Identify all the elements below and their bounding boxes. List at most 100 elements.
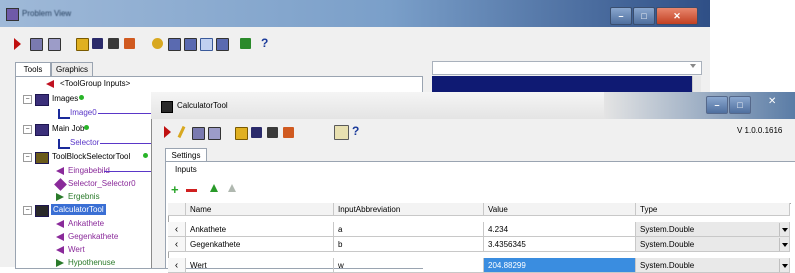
app-icon <box>6 8 19 21</box>
reset-icon[interactable] <box>283 127 294 138</box>
tree-item-selector-selector0[interactable]: Selector_Selector0 <box>68 179 136 188</box>
job-icon <box>35 124 49 136</box>
title-bar-gradient <box>604 92 795 119</box>
close-icon[interactable]: ✕ <box>768 96 776 107</box>
collapse-toggle[interactable]: − <box>23 206 32 215</box>
open-folder-icon[interactable] <box>235 127 248 140</box>
tree-item-ankathete[interactable]: Ankathete <box>68 219 104 228</box>
tool-block-icon <box>35 152 49 164</box>
status-dot-icon <box>79 95 84 100</box>
image-icon[interactable] <box>30 38 43 51</box>
image-icon[interactable] <box>192 127 205 140</box>
version-label: V 1.0.0.1616 <box>737 126 783 135</box>
cell-name[interactable]: Gegenkathete <box>186 237 334 252</box>
status-dot-icon <box>143 153 148 158</box>
collapse-toggle[interactable]: − <box>23 95 32 104</box>
copy-icon[interactable] <box>208 127 221 140</box>
run-icon[interactable] <box>14 38 21 50</box>
save-icon[interactable] <box>92 38 103 49</box>
column-header-type[interactable]: Type <box>636 203 790 216</box>
move-down-icon <box>228 184 236 192</box>
input-group-icon <box>46 80 54 88</box>
remove-icon[interactable] <box>186 189 197 192</box>
column-header-value[interactable]: Value <box>484 203 636 216</box>
output-terminal-icon <box>58 109 70 119</box>
tree-item-image0[interactable]: Image0 <box>70 108 97 117</box>
copy-icon[interactable] <box>48 38 61 51</box>
input-terminal-icon <box>56 167 64 175</box>
cell-name[interactable]: Ankathete <box>186 222 334 237</box>
column-header-name[interactable]: Name <box>186 203 334 216</box>
tree-item-selector[interactable]: Selector <box>70 138 99 147</box>
cell-value-selected[interactable]: 204.88299 <box>484 258 636 273</box>
link-line <box>100 143 151 144</box>
type-dropdown-icon[interactable] <box>779 238 789 251</box>
reset-icon[interactable] <box>124 38 135 49</box>
display-selector[interactable] <box>432 61 702 75</box>
save-as-icon[interactable] <box>267 127 278 138</box>
tab-graphics[interactable]: Graphics <box>51 62 93 76</box>
calculator-icon <box>161 101 173 113</box>
calculator-icon <box>35 205 49 217</box>
cell-type[interactable]: System.Double <box>636 222 790 237</box>
close-button[interactable]: ✕ <box>656 7 698 25</box>
row-selector[interactable]: ‹ <box>168 237 186 252</box>
tab-tools[interactable]: Tools <box>15 62 51 76</box>
layout-icon[interactable] <box>168 38 181 51</box>
tree-item-toolgroup-inputs[interactable]: <ToolGroup Inputs> <box>60 79 130 88</box>
tree-item-ergebnis[interactable]: Ergebnis <box>68 192 100 201</box>
input-terminal-icon <box>56 220 64 228</box>
cell-name[interactable]: Wert <box>186 258 334 273</box>
collapse-toggle[interactable]: − <box>23 125 32 134</box>
tab-settings[interactable]: Settings <box>165 148 207 162</box>
cell-abbreviation[interactable]: w <box>334 258 484 273</box>
output-terminal-icon <box>56 193 64 201</box>
move-up-icon[interactable] <box>210 184 218 192</box>
tools-icon[interactable] <box>200 38 213 51</box>
tree-item-toolblock-selector[interactable]: ToolBlockSelectorTool <box>52 152 130 161</box>
type-dropdown-icon[interactable] <box>779 259 789 272</box>
run-icon[interactable] <box>164 126 171 138</box>
cell-value[interactable]: 3.4356345 <box>484 237 636 252</box>
chevron-down-icon[interactable] <box>690 64 696 68</box>
help-icon[interactable]: ? <box>261 36 268 50</box>
row-selector[interactable]: ‹ <box>168 222 186 237</box>
cell-value[interactable]: 4.234 <box>484 222 636 237</box>
link-icon[interactable] <box>152 38 163 49</box>
tree-item-calculatortool[interactable]: CalculatorTool <box>51 204 106 215</box>
tree-item-hypothenuse[interactable]: Hypothenuse <box>68 258 115 267</box>
save-icon[interactable] <box>251 127 262 138</box>
column-header-abbreviation[interactable]: InputAbbreviation <box>334 203 484 216</box>
open-folder-icon[interactable] <box>76 38 89 51</box>
minimize-button[interactable]: – <box>706 96 728 114</box>
maximize-button[interactable]: □ <box>633 7 655 25</box>
cell-abbreviation[interactable]: b <box>334 237 484 252</box>
grid-corner <box>168 203 186 216</box>
input-terminal-icon <box>56 246 64 254</box>
link-line <box>104 171 151 172</box>
collapse-toggle[interactable]: − <box>23 153 32 162</box>
cell-type[interactable]: System.Double <box>636 258 790 273</box>
add-icon[interactable]: + <box>171 183 179 196</box>
link-line <box>98 113 151 114</box>
save-as-icon[interactable] <box>108 38 119 49</box>
tree-item-gegenkathete[interactable]: Gegenkathete <box>68 232 118 241</box>
maximize-button[interactable]: □ <box>729 96 751 114</box>
tree-item-main-job[interactable]: Main Job <box>52 124 84 133</box>
grid-icon[interactable] <box>184 38 197 51</box>
help-icon[interactable]: ? <box>352 124 359 138</box>
chart-toggle-icon[interactable] <box>334 125 349 140</box>
cell-type[interactable]: System.Double <box>636 237 790 252</box>
main-title-bar[interactable] <box>0 0 710 27</box>
output-terminal-icon <box>58 139 70 149</box>
input-terminal-icon <box>56 233 64 241</box>
type-dropdown-icon[interactable] <box>779 223 789 236</box>
chart-icon[interactable] <box>240 38 251 49</box>
tree-item-wert[interactable]: Wert <box>68 245 85 254</box>
tree-item-images[interactable]: Images <box>52 94 78 103</box>
row-selector[interactable]: ‹ <box>168 258 186 273</box>
minimize-button[interactable]: – <box>610 7 632 25</box>
images-icon <box>35 94 49 106</box>
window-icon[interactable] <box>216 38 229 51</box>
cell-abbreviation[interactable]: a <box>334 222 484 237</box>
